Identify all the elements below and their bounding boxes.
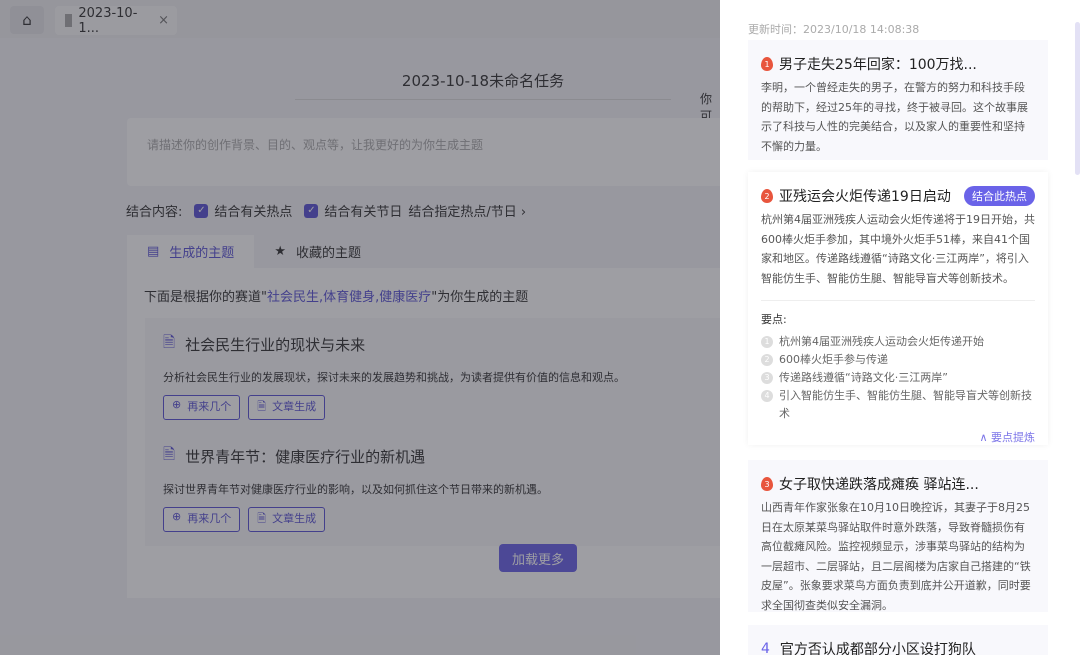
hot-desc: 李明，一个曾经走失的男子，在警方的努力和科技手段的帮助下，经过25年的寻找，终于… <box>761 78 1035 156</box>
fire-rank-icon: 1 <box>761 57 773 71</box>
key-points-label: 要点: <box>761 311 1035 327</box>
hot-item-expanded[interactable]: 2 亚残运会火炬传递19日启动结合此热点 杭州第4届亚洲残疾人运动会火炬传递将于1… <box>748 172 1048 445</box>
hot-title: 女子取快递跌落成瘫痪 驿站连... <box>779 474 979 494</box>
key-point: 3传递路线遵循“诗路文化·三江两岸” <box>761 369 1035 387</box>
collapse-keypoints-button[interactable]: ∧ 要点提炼 <box>761 429 1035 445</box>
hot-title: 亚残运会火炬传递19日启动 <box>779 186 951 206</box>
fire-rank-icon: 2 <box>761 189 773 203</box>
rank-number: 4 <box>761 641 770 655</box>
hot-title: 男子走失25年回家：100万找... <box>779 54 977 74</box>
hot-topics-drawer: 更新时间：2023/10/18 14:08:38 1 男子走失25年回家：100万… <box>720 0 1080 655</box>
hot-title: 官方否认成都部分小区设打狗队 <box>780 639 976 655</box>
key-point: 2600棒火炬手参与传递 <box>761 351 1035 369</box>
scrollbar[interactable] <box>1075 22 1080 175</box>
combine-hot-button[interactable]: 结合此热点 <box>964 186 1035 206</box>
hot-item[interactable]: 1 男子走失25年回家：100万找... 李明，一个曾经走失的男子，在警方的努力和… <box>748 40 1048 160</box>
key-points: 要点: 1杭州第4届亚洲残疾人运动会火炬传递开始 2600棒火炬手参与传递 3传… <box>761 300 1035 445</box>
hot-desc: 山西青年作家张象在10月10日晚控诉，其妻子于8月25日在太原某菜鸟驿站取件时意… <box>761 498 1035 615</box>
modal-overlay[interactable] <box>0 0 720 655</box>
key-point: 4引入智能仿生手、智能仿生腿、智能导盲犬等创新技术 <box>761 387 1035 423</box>
fire-rank-icon: 3 <box>761 477 773 491</box>
main-area: ⌂ 2023-10-1...× 2023-10-18未命名任务 你可 请描述你的… <box>0 0 720 655</box>
update-time: 更新时间：2023/10/18 14:08:38 <box>748 21 919 37</box>
key-point: 1杭州第4届亚洲残疾人运动会火炬传递开始 <box>761 333 1035 351</box>
hot-item[interactable]: 3 女子取快递跌落成瘫痪 驿站连... 山西青年作家张象在10月10日晚控诉，其妻… <box>748 460 1048 612</box>
hot-item[interactable]: 4 官方否认成都部分小区设打狗队 <box>748 625 1048 655</box>
hot-desc: 杭州第4届亚洲残疾人运动会火炬传递将于19日开始，共600棒火炬手参加，其中境外… <box>761 210 1035 288</box>
